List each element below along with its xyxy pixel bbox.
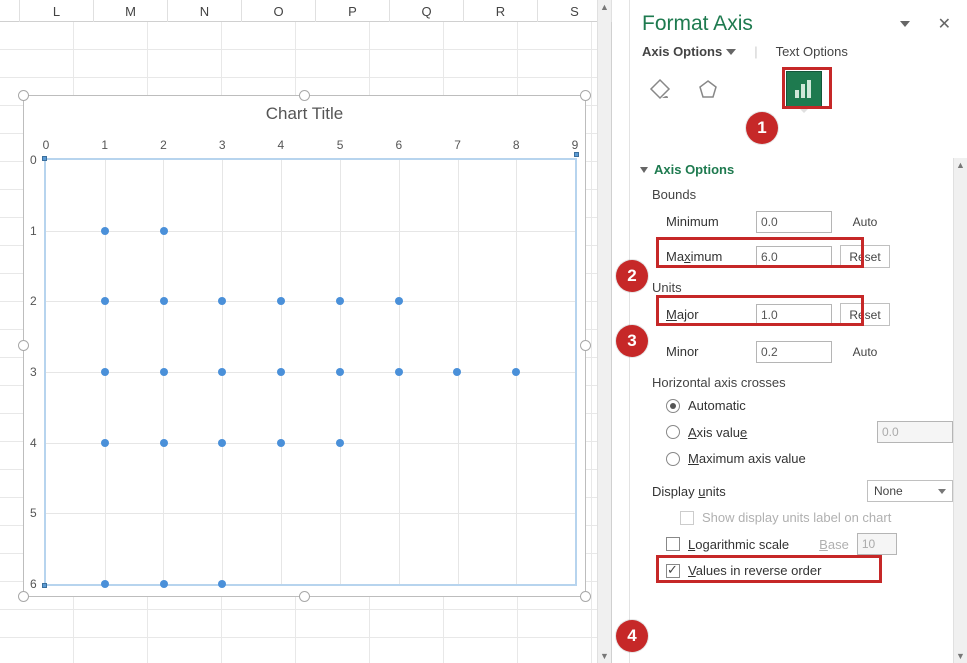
data-point[interactable] [395,297,403,305]
data-point[interactable] [101,580,109,588]
display-units-row: Display units None [638,476,953,506]
selection-handle-icon[interactable] [299,90,310,101]
close-icon[interactable]: ✕ [938,14,951,34]
major-reset-button[interactable]: Reset [840,303,890,326]
data-point[interactable] [336,297,344,305]
maximum-reset-button[interactable]: Reset [840,245,890,268]
log-base-input [857,533,897,555]
col-header[interactable]: N [168,0,242,22]
x-axis-labels: 0 1 2 3 4 5 6 7 8 9 [46,138,575,156]
collapse-triangle-icon [640,167,648,173]
data-point[interactable] [160,580,168,588]
data-point[interactable] [277,297,285,305]
annotation-callout: 1 [746,112,778,144]
checkbox-icon [666,537,680,551]
col-header[interactable]: P [316,0,390,22]
data-point[interactable] [101,297,109,305]
chevron-down-icon [726,49,736,55]
selection-handle-icon[interactable] [18,90,29,101]
minimum-input[interactable] [756,211,832,233]
bounds-label: Bounds [638,183,953,206]
scroll-up-icon[interactable]: ▲ [954,158,967,172]
checkbox-icon [680,511,694,525]
minor-auto-button[interactable]: Auto [840,340,890,363]
data-point[interactable] [218,297,226,305]
fill-line-icon[interactable] [642,71,678,107]
horizontal-axis-crosses-label: Horizontal axis crosses [638,367,953,394]
annotation-callout: 2 [616,260,648,292]
major-row: Major Reset [638,299,953,330]
minimum-row: Minimum Auto [638,206,953,237]
data-point[interactable] [512,368,520,376]
minor-input[interactable] [756,341,832,363]
data-point[interactable] [336,368,344,376]
annotation-box [782,67,832,109]
data-point[interactable] [160,439,168,447]
axis-selection-handle-icon[interactable] [574,152,579,157]
data-point[interactable] [336,439,344,447]
display-units-select[interactable]: None [867,480,953,502]
data-point[interactable] [160,368,168,376]
selection-handle-icon[interactable] [299,591,310,602]
minimum-auto-button[interactable]: Auto [840,210,890,233]
col-header[interactable]: M [94,0,168,22]
format-axis-panel: Format Axis ✕ Axis Options | Text Option… [630,0,967,663]
data-point[interactable] [218,439,226,447]
values-in-reverse-order-checkbox[interactable]: Values in reverse order [638,559,953,582]
checkbox-icon [666,564,680,578]
axis-options-section-header[interactable]: Axis Options [638,158,953,183]
major-input[interactable] [756,304,832,326]
sheet-vertical-scrollbar[interactable]: ▲ ▼ [597,0,611,663]
hac-maximum-radio[interactable]: Maximum axis value [638,447,953,470]
units-label: Units [638,272,953,299]
data-point[interactable] [395,368,403,376]
scroll-up-icon[interactable]: ▲ [598,0,611,14]
maximum-row: Maximum Reset [638,241,953,272]
data-point[interactable] [160,297,168,305]
radio-icon [666,425,680,439]
spreadsheet-area: L M N O P Q R S Chart Title 0 1 2 3 4 5 … [0,0,612,663]
data-point[interactable] [101,227,109,235]
selection-handle-icon[interactable] [580,591,591,602]
annotation-callout: 4 [616,620,648,652]
tab-axis-options[interactable]: Axis Options [642,44,736,59]
data-point[interactable] [277,368,285,376]
selection-handle-icon[interactable] [18,340,29,351]
panel-title: Format Axis [642,12,753,36]
hac-automatic-radio[interactable]: Automatic [638,394,953,417]
selection-handle-icon[interactable] [18,591,29,602]
plot-area[interactable]: 0 1 2 3 4 5 6 [44,158,577,586]
logarithmic-scale-checkbox[interactable]: Logarithmic scale Base [638,529,953,559]
data-point[interactable] [101,439,109,447]
scroll-down-icon[interactable]: ▼ [598,649,611,663]
tab-text-options[interactable]: Text Options [776,44,848,59]
show-display-units-label-checkbox: Show display units label on chart [638,506,953,529]
selection-handle-icon[interactable] [580,340,591,351]
panel-vertical-scrollbar[interactable]: ▲ ▼ [953,158,967,663]
data-point[interactable] [277,439,285,447]
panel-dropdown-icon[interactable] [900,21,910,27]
col-header[interactable]: Q [390,0,464,22]
data-point[interactable] [453,368,461,376]
chevron-down-icon [938,489,946,494]
annotation-callout: 3 [616,325,648,357]
radio-icon [666,452,680,466]
scroll-down-icon[interactable]: ▼ [954,649,967,663]
hac-axis-value-input [877,421,953,443]
minor-row: Minor Auto [638,336,953,367]
maximum-input[interactable] [756,246,832,268]
embedded-chart[interactable]: Chart Title 0 1 2 3 4 5 6 7 8 9 0 1 2 3 [23,95,586,597]
data-point[interactable] [218,368,226,376]
hac-axis-value-radio[interactable]: Axis value [638,417,953,447]
effects-icon[interactable] [690,71,726,107]
data-point[interactable] [218,580,226,588]
data-point[interactable] [160,227,168,235]
selection-handle-icon[interactable] [580,90,591,101]
column-headers: L M N O P Q R S [0,0,611,22]
col-header[interactable]: O [242,0,316,22]
col-header[interactable]: L [20,0,94,22]
data-point[interactable] [101,368,109,376]
radio-icon [666,399,680,413]
col-header[interactable]: R [464,0,538,22]
